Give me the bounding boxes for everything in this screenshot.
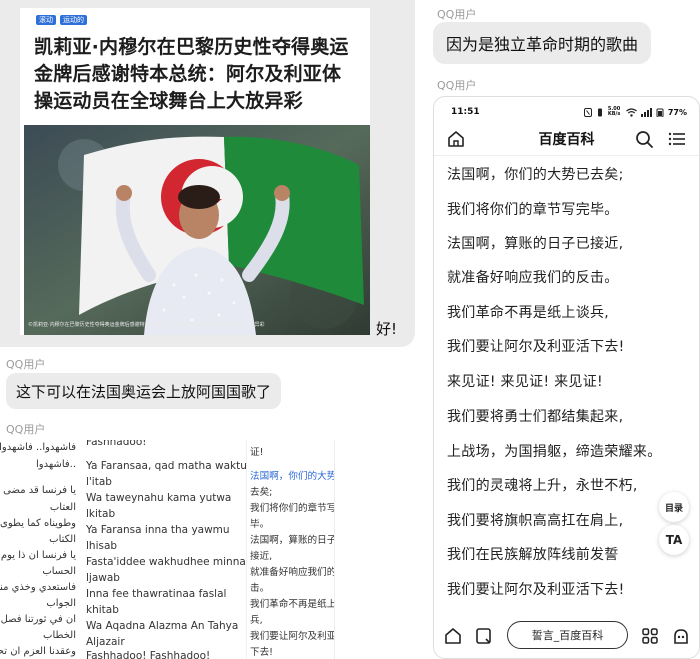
header-divider xyxy=(434,155,699,156)
arabic-line: وطويناه كما يطوى xyxy=(0,518,76,529)
wifi-icon xyxy=(625,107,637,117)
robot-face-icon[interactable] xyxy=(671,626,691,646)
chinese-line: 毕。 xyxy=(250,519,270,530)
status-time: 11:51 xyxy=(451,107,480,117)
sender-name: QQ用户 xyxy=(437,8,477,21)
lyric-line: 我们要将勇士们都结集起来, xyxy=(447,409,624,425)
chinese-line: 就准备好响应我们的反 xyxy=(250,567,334,578)
lyric-line: 就准备好响应我们的反击。 xyxy=(447,270,619,286)
chinese-line: 我们将你们的章节写完 xyxy=(250,503,334,514)
back-page-icon[interactable] xyxy=(474,626,494,646)
status-bar: 11:51 5.00 KB/s 77% xyxy=(434,97,699,127)
transliteration-line: Fashhadoo! xyxy=(86,440,147,448)
chinese-line: 兵, xyxy=(250,615,263,626)
news-photo-gymnast-with-flag xyxy=(24,125,370,335)
chinese-line: 去矣; xyxy=(250,487,273,498)
chinese-line: 我们要让阿尔及利亚活 xyxy=(250,631,334,642)
battery-icon xyxy=(656,108,664,117)
home-outline-icon[interactable] xyxy=(443,626,463,646)
chinese-line: 法国啊，算账的日子已 xyxy=(250,535,334,546)
bottom-toolbar: 誓言_百度百科 xyxy=(434,614,699,658)
transliteration-line: lkitab xyxy=(86,508,116,520)
chat-message-bubble[interactable]: 这下可以在法国奥运会上放阿国国歌了 xyxy=(6,373,282,409)
lyric-line: 我们要让阿尔及利亚活下去! xyxy=(447,339,625,355)
reply-text: 好! xyxy=(376,320,398,338)
arabic-line: فاستعدي وخذي منا xyxy=(0,582,76,593)
transliteration-line: Aljazair xyxy=(86,636,125,648)
lyrics-translation-image[interactable]: فاشهدوا.. فاشهدوا ..فاشهدوا يا فرنسا قد … xyxy=(0,440,335,659)
arabic-line: الكتاب xyxy=(49,534,76,545)
signal-icon xyxy=(640,107,652,117)
transliteration-line: Inna fee thawratinaa faslal xyxy=(86,588,227,600)
chinese-line: 我们革命不再是纸上谈 xyxy=(250,599,334,610)
lyric-line: 上战场，为国捐躯，缔造荣耀来。 xyxy=(447,444,662,460)
transliteration-line: Ya Faransa inna tha yawmu xyxy=(86,524,230,536)
bottom-search-field[interactable]: 誓言_百度百科 xyxy=(507,621,628,649)
sender-name: QQ用户 xyxy=(437,79,477,92)
arabic-line: الجواب xyxy=(46,598,76,609)
network-speed: 5.00 KB/s xyxy=(607,106,621,117)
news-card[interactable]: 滚动 运动的 凯莉亚·内穆尔在巴黎历史性夺得奥运金牌后感谢特本总统：阿尔及利亚体… xyxy=(20,8,370,335)
arabic-line: العتاب xyxy=(49,502,76,513)
transliteration-line: khitab xyxy=(86,604,119,616)
arabic-line: ..فاشهدوا xyxy=(35,459,76,470)
nfc-icon xyxy=(583,107,592,117)
news-share-bubble[interactable]: 滚动 运动的 凯莉亚·内穆尔在巴黎历史性夺得奥运金牌后感谢特本总统：阿尔及利亚体… xyxy=(0,0,415,347)
lyric-line: 我们在民族解放阵线前发誓 xyxy=(447,547,619,563)
ta-button[interactable]: TA xyxy=(659,525,689,555)
app-title: 百度百科 xyxy=(538,132,595,148)
phone-screenshot-image[interactable]: 11:51 5.00 KB/s 77% 百度百科 法国啊，你们的大势已去矣; 我… xyxy=(433,96,700,659)
search-icon[interactable] xyxy=(634,129,654,149)
grid-icon[interactable] xyxy=(640,626,660,646)
app-header: 百度百科 xyxy=(434,125,699,155)
transliteration-line: Wa taweynahu kama yutwa xyxy=(86,492,232,504)
transliteration-line: Fasta'iddee wakhudhee minna xyxy=(86,556,246,568)
news-caption: ©凯莉亚·内穆尔在巴黎历史性夺得奥运金牌后感谢特本总统：阿尔及利亚体操运动员在全… xyxy=(28,322,265,328)
lyric-line: 我们的灵魂将上升，永世不朽, xyxy=(447,478,638,494)
lyric-line: 我们要将旗帜高高扛在肩上, xyxy=(447,513,624,529)
news-tags: 滚动 运动的 xyxy=(36,15,87,25)
arabic-lyrics-column: فاشهدوا.. فاشهدوا ..فاشهدوا يا فرنسا قد … xyxy=(0,440,80,659)
transliteration-line: Wa Aqadna Alazma An Tahya xyxy=(86,620,239,632)
arabic-line: الخطاب xyxy=(43,630,76,641)
menu-icon[interactable] xyxy=(667,129,687,149)
chinese-line: 法国啊，你们的大势已 xyxy=(250,471,334,482)
news-title: 凯莉亚·内穆尔在巴黎历史性夺得奥运金牌后感谢特本总统：阿尔及利亚体操运动员在全球… xyxy=(34,36,349,112)
news-tag: 运动的 xyxy=(60,15,87,25)
transliteration-line: lhisab xyxy=(86,540,118,552)
transliteration-line: ljawab xyxy=(86,572,120,584)
arabic-line: يا فرنسا ان ذا يوم xyxy=(0,550,76,561)
lyric-line: 来见证! 来见证! 来见证! xyxy=(447,374,603,390)
arabic-line: وعقدنا العزم ان تحيا xyxy=(0,646,76,657)
chinese-line: 接近, xyxy=(250,551,273,562)
sender-name: QQ用户 xyxy=(6,423,46,436)
transliteration-column: Fashhadoo! Ya Faransaa, qad matha waktu … xyxy=(86,440,247,659)
toc-button[interactable]: 目录 xyxy=(659,492,689,522)
transliteration-line: Fashhadoo! Fashhadoo! xyxy=(86,650,211,659)
battery-percent: 77% xyxy=(667,107,687,117)
lyric-line: 我们将你们的章节写完毕。 xyxy=(447,202,619,218)
lyric-line: 我们革命不再是纸上谈兵, xyxy=(447,305,610,321)
transliteration-line: Ya Faransaa, qad matha waktu xyxy=(86,460,247,472)
lyric-line: 法国啊，你们的大势已去矣; xyxy=(447,167,624,183)
status-indicators: 5.00 KB/s 77% xyxy=(583,106,687,117)
chinese-line: 下去! xyxy=(250,647,274,658)
arabic-line: يا فرنسا قد مضى وقت xyxy=(0,485,76,496)
arabic-line: ان في ثورتنا فصل xyxy=(0,614,76,625)
chinese-line: 证! xyxy=(250,447,264,458)
transliteration-line: l'itab xyxy=(86,476,112,488)
arabic-line: فاشهدوا.. فاشهدوا xyxy=(0,442,76,453)
vibrate-icon xyxy=(597,108,602,116)
arabic-line: الحساب xyxy=(42,566,76,577)
chinese-translation-column: 证! 法国啊，你们的大势已 去矣; 我们将你们的章节写完 毕。 法国啊，算账的日… xyxy=(246,440,334,659)
chat-message-bubble[interactable]: 因为是独立革命时期的歌曲 xyxy=(433,22,652,64)
lyric-line: 我们要让阿尔及利亚活下去! xyxy=(447,582,625,598)
lyric-line: 法国啊，算账的日子已接近, xyxy=(447,236,624,252)
sender-name: QQ用户 xyxy=(6,358,46,371)
chinese-line: 击。 xyxy=(250,583,270,594)
news-tag: 滚动 xyxy=(36,15,56,25)
